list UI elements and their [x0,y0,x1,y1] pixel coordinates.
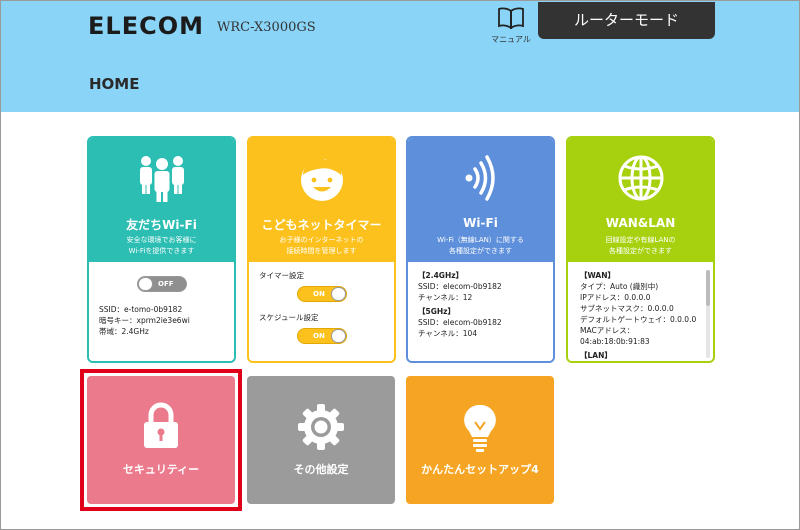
band5-channel: チャンネル：104 [418,329,478,338]
wifi-info: 【2.4GHz】 SSID：elecom-0b9182 チャンネル：12 【5G… [418,270,502,339]
band24-ssid: SSID：elecom-0b9182 [418,282,502,291]
book-icon [498,7,524,30]
card-wifi[interactable]: Wi-Fi Wi-Fi（無線LAN）に関する 各種設定ができます 【2.4GHz… [406,136,555,363]
subtitle-line: Wi-Fi（無線LAN）に関する [437,236,524,244]
card-friends-wifi-body: OFF SSID：e-tomo-0b9182 暗号キー：xprm2ie3e6wi… [89,262,234,361]
card-friends-wifi[interactable]: 友だちWi-Fi 安全な環境でお客様に Wi-Fiを提供できます OFF SSI… [87,136,236,363]
card-title: WAN&LAN [605,216,676,230]
wan-heading: 【WAN】 [580,271,616,280]
card-kids-timer[interactable]: こどもネットタイマー お子様のインターネットの 接続時間を管理します タイマー設… [247,136,396,363]
model-name: WRC-X3000GS [217,20,316,35]
card-title: こどもネットタイマー [261,218,382,232]
subtitle-line: Wi-Fiを提供できます [128,247,195,255]
schedule-setting-toggle[interactable]: ON [297,328,347,344]
scrollbar-thumb[interactable] [706,270,710,306]
toggle-knob [331,287,346,301]
wan-gateway: デフォルトゲートウェイ：0.0.0.0 [580,315,697,324]
lightbulb-icon [464,404,496,452]
wan-subnet: サブネットマスク：0.0.0.0 [580,304,674,313]
card-wan-lan[interactable]: WAN&LAN 回線設定や有線LANの 各種設定ができます 【WAN】 タイプ：… [566,136,715,363]
wan-ip: IPアドレス：0.0.0.0 [580,293,651,302]
card-friends-wifi-header[interactable]: 友だちWi-Fi 安全な環境でお客様に Wi-Fiを提供できます [89,138,234,262]
toggle-knob [138,277,153,291]
header-bar: ELECOM WRC-X3000GS マニュアル ルーターモード HOME [1,1,799,112]
band-text: 帯域：2.4GHz [99,327,149,336]
tile-label: かんたんセットアップ4 [421,463,539,476]
card-title: 友だちWi-Fi [126,218,197,232]
card-wan-lan-header[interactable]: WAN&LAN 回線設定や有線LANの 各種設定ができます [568,138,713,262]
card-subtitle: お子様のインターネットの 接続時間を管理します [249,235,394,257]
wan-mac-value: 04:ab:18:0b:91:83 [580,337,650,346]
wifi-signal-icon [465,155,495,201]
page-title: HOME [89,75,140,93]
child-face-icon [300,157,343,201]
card-subtitle: 回線設定や有線LANの 各種設定ができます [568,235,713,257]
band24-channel: チャンネル：12 [418,293,473,302]
schedule-setting-label: スケジュール設定 [259,313,319,322]
toggle-label: ON [313,332,325,340]
band24-heading: 【2.4GHz】 [418,271,464,280]
tile-label: その他設定 [293,463,349,476]
wan-info: 【WAN】 タイプ：Auto (識別中) IPアドレス：0.0.0.0 サブネッ… [580,270,697,361]
tile-easy-setup[interactable]: かんたんセットアップ4 [406,376,554,504]
card-title: Wi-Fi [463,216,498,230]
card-kids-timer-body: タイマー設定 ON スケジュール設定 ON [249,262,394,361]
ssid-text: SSID：e-tomo-0b9182 [99,305,183,314]
band5-heading: 【5GHz】 [418,307,456,316]
globe-icon [618,155,663,201]
subtitle-line: 安全な環境でお客様に [126,236,197,244]
wan-info-scrollbar[interactable] [706,270,710,358]
toggle-knob [331,329,346,343]
subtitle-line: 各種設定ができます [449,247,512,255]
wan-type: タイプ：Auto (識別中) [580,282,659,291]
toggle-label: OFF [158,280,174,288]
timer-setting-toggle[interactable]: ON [297,286,347,302]
subtitle-line: 接続時間を管理します [286,247,357,255]
password-text: 暗号キー：xprm2ie3e6wi [99,316,190,325]
toggle-label: ON [313,290,325,298]
card-subtitle: 安全な環境でお客様に Wi-Fiを提供できます [89,235,234,257]
gear-icon [298,404,344,450]
selection-highlight [80,369,242,511]
people-icon [139,156,184,202]
card-wifi-header[interactable]: Wi-Fi Wi-Fi（無線LAN）に関する 各種設定ができます [408,138,553,262]
router-mode-button[interactable]: ルーターモード [538,2,715,39]
lan-heading: 【LAN】 [580,351,612,360]
brand-logo: ELECOM [88,12,204,40]
card-kids-timer-header[interactable]: こどもネットタイマー お子様のインターネットの 接続時間を管理します [249,138,394,262]
friends-wifi-toggle[interactable]: OFF [137,276,187,292]
card-wifi-body: 【2.4GHz】 SSID：elecom-0b9182 チャンネル：12 【5G… [408,262,553,361]
manual-label: マニュアル [491,35,531,44]
wan-mac-label: MACアドレス： [580,326,635,335]
tile-other-settings[interactable]: その他設定 [247,376,395,504]
subtitle-line: お子様のインターネットの [279,236,364,244]
timer-setting-label: タイマー設定 [259,271,304,280]
friends-wifi-info: SSID：e-tomo-0b9182 暗号キー：xprm2ie3e6wi 帯域：… [99,304,190,337]
subtitle-line: 回線設定や有線LANの [605,236,676,244]
manual-button[interactable]: マニュアル [489,7,533,44]
card-subtitle: Wi-Fi（無線LAN）に関する 各種設定ができます [408,235,553,257]
band5-ssid: SSID：elecom-0b9182 [418,318,502,327]
card-wan-lan-body: 【WAN】 タイプ：Auto (識別中) IPアドレス：0.0.0.0 サブネッ… [568,262,713,361]
subtitle-line: 各種設定ができます [609,247,672,255]
